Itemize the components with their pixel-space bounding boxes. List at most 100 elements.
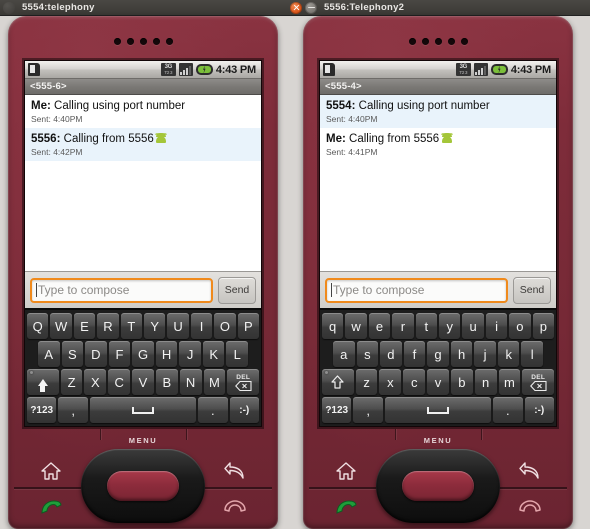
comma-key[interactable]: , [353, 397, 383, 423]
key[interactable]: O [214, 313, 236, 339]
key[interactable]: b [450, 369, 473, 395]
key[interactable]: T [120, 313, 142, 339]
key[interactable]: Z [60, 369, 83, 395]
key[interactable]: S [61, 341, 84, 367]
compose-input[interactable]: Type to compose [325, 277, 508, 303]
key[interactable]: F [108, 341, 131, 367]
key[interactable]: y [439, 313, 461, 339]
key[interactable]: w [345, 313, 367, 339]
window-titlebars: 5554:telephony 5556:Telephony2 [0, 0, 590, 16]
android-emulator-5554: 3G T2 3 4:43 PM <555-6> [8, 16, 278, 529]
key[interactable]: I [190, 313, 213, 339]
key[interactable]: R [97, 313, 119, 339]
key[interactable]: N [179, 369, 202, 395]
key[interactable]: K [202, 341, 225, 367]
window-titlebar-5556[interactable]: 5556:Telephony2 [287, 0, 590, 16]
key[interactable]: o [509, 313, 531, 339]
key[interactable]: P [237, 313, 260, 339]
key[interactable]: H [155, 341, 178, 367]
key[interactable]: A [37, 341, 60, 367]
key[interactable]: e [368, 313, 391, 339]
recipient-bar-5556[interactable]: <555-4> [320, 79, 556, 95]
key[interactable]: c [403, 369, 426, 395]
key[interactable]: U [167, 313, 189, 339]
key[interactable]: m [498, 369, 521, 395]
key[interactable]: v [427, 369, 449, 395]
space-key[interactable] [384, 397, 492, 423]
send-button[interactable]: Send [513, 276, 551, 304]
key[interactable]: k [497, 341, 520, 367]
key[interactable]: d [380, 341, 402, 367]
key[interactable]: h [450, 341, 473, 367]
emoji-key[interactable]: :-) [524, 397, 554, 423]
dpad-center-button[interactable] [402, 471, 474, 501]
message-list-5554[interactable]: Me: Calling using port number Sent: 4:40… [25, 95, 261, 271]
key[interactable]: X [84, 369, 107, 395]
key[interactable]: r [392, 313, 414, 339]
key[interactable]: Q [26, 313, 49, 339]
window-titlebar-5554[interactable]: 5554:telephony [0, 0, 287, 16]
recipient-bar-5554[interactable]: <555-6> [25, 79, 261, 95]
shift-key-icon[interactable] [27, 369, 59, 395]
message-timestamp: Sent: 4:40PM [326, 114, 378, 124]
key[interactable]: B [155, 369, 178, 395]
delete-key-icon[interactable]: DEL [522, 369, 554, 395]
comma-key[interactable]: , [58, 397, 88, 423]
message-item[interactable]: 5554: Calling using port number Sent: 4:… [320, 95, 556, 128]
period-key[interactable]: . [493, 397, 523, 423]
key[interactable]: W [50, 313, 72, 339]
menu-button[interactable]: MENU [303, 436, 573, 445]
home-button[interactable] [34, 457, 68, 485]
minimize-icon[interactable] [305, 1, 317, 14]
key[interactable]: a [332, 341, 355, 367]
message-list-5556[interactable]: 5554: Calling using port number Sent: 4:… [320, 95, 556, 271]
emoji-key[interactable]: :-) [229, 397, 259, 423]
key[interactable]: Y [144, 313, 166, 339]
symbols-key[interactable]: ?123 [322, 397, 352, 423]
key[interactable]: V [132, 369, 154, 395]
space-key[interactable] [89, 397, 197, 423]
key[interactable]: s [356, 341, 379, 367]
menu-button[interactable]: MENU [8, 436, 278, 445]
dpad-control[interactable] [376, 449, 500, 523]
symbols-key[interactable]: ?123 [27, 397, 57, 423]
key[interactable]: l [521, 341, 544, 367]
key[interactable]: g [427, 341, 449, 367]
key[interactable]: j [474, 341, 496, 367]
home-button[interactable] [329, 457, 363, 485]
shift-key-icon[interactable] [322, 369, 354, 395]
back-button[interactable] [218, 457, 252, 485]
key[interactable]: n [474, 369, 497, 395]
dpad-center-button[interactable] [107, 471, 179, 501]
end-call-button[interactable] [513, 495, 547, 523]
delete-key-icon[interactable]: DEL [227, 369, 259, 395]
key[interactable]: M [203, 369, 226, 395]
key[interactable]: z [355, 369, 378, 395]
key[interactable]: C [108, 369, 131, 395]
message-item[interactable]: 5556: Calling from 5556 Sent: 4:42PM [25, 128, 261, 161]
key[interactable]: u [462, 313, 484, 339]
key[interactable]: p [532, 313, 555, 339]
dpad-control[interactable] [81, 449, 205, 523]
key[interactable]: E [73, 313, 96, 339]
key[interactable]: x [379, 369, 402, 395]
close-icon[interactable] [290, 1, 302, 14]
end-call-button[interactable] [218, 495, 252, 523]
key[interactable]: f [403, 341, 426, 367]
key[interactable]: J [179, 341, 201, 367]
close-icon-inactive[interactable] [3, 1, 15, 14]
key[interactable]: D [85, 341, 107, 367]
key[interactable]: t [415, 313, 437, 339]
key[interactable]: G [132, 341, 154, 367]
message-item[interactable]: Me: Calling from 5556 Sent: 4:41PM [320, 128, 556, 161]
key[interactable]: q [321, 313, 344, 339]
call-button[interactable] [329, 495, 363, 523]
period-key[interactable]: . [198, 397, 228, 423]
key[interactable]: i [485, 313, 508, 339]
back-button[interactable] [513, 457, 547, 485]
send-button[interactable]: Send [218, 276, 256, 304]
message-item[interactable]: Me: Calling using port number Sent: 4:40… [25, 95, 261, 128]
compose-input[interactable]: Type to compose [30, 277, 213, 303]
key[interactable]: L [226, 341, 249, 367]
call-button[interactable] [34, 495, 68, 523]
